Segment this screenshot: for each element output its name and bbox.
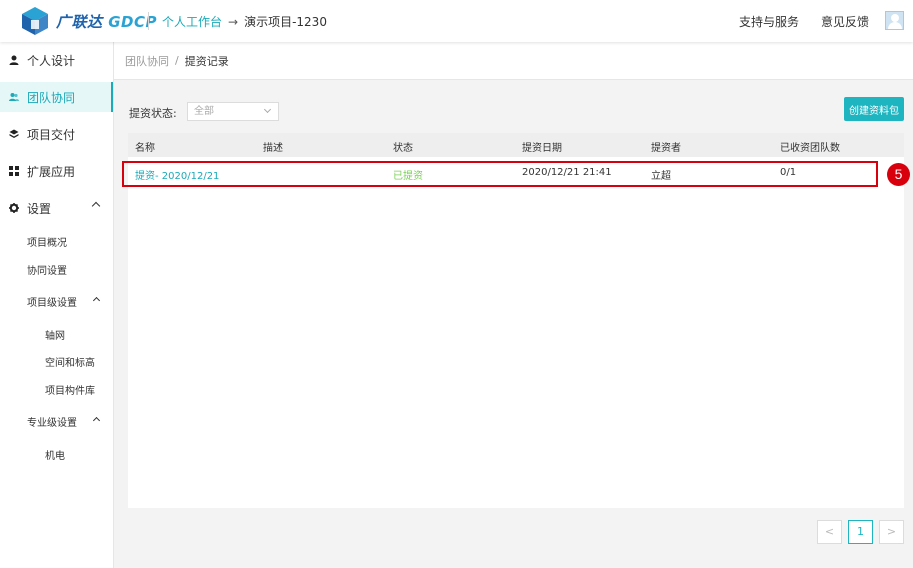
grid-icon bbox=[9, 166, 19, 176]
sidebar-sub-space-level[interactable]: 空间和标高 bbox=[45, 354, 95, 369]
sidebar-sub-grid[interactable]: 轴网 bbox=[45, 327, 65, 342]
main-panel: 提资状态: 全部 创建资料包 名称 描述 状态 提资日期 提资者 已收资团队数 … bbox=[114, 84, 913, 568]
sidebar: 个人设计 团队协同 项目交付 扩展应用 设置 项目概况 协同设置 项目级设置 轴… bbox=[0, 42, 114, 568]
chevron-down-icon bbox=[263, 105, 272, 114]
column-header-date: 提资日期 bbox=[522, 143, 562, 154]
submission-table: 名称 描述 状态 提资日期 提资者 已收资团队数 提资- 2020/12/21 … bbox=[122, 133, 910, 508]
avatar[interactable] bbox=[885, 11, 904, 30]
breadcrumb-current: 提资记录 bbox=[184, 54, 229, 68]
sidebar-item-label: 扩展应用 bbox=[27, 164, 76, 179]
feedback-link[interactable]: 意见反馈 bbox=[821, 13, 869, 30]
sidebar-item-project-delivery[interactable]: 项目交付 bbox=[0, 119, 113, 149]
support-link[interactable]: 支持与服务 bbox=[739, 13, 799, 30]
create-package-button[interactable]: 创建资料包 bbox=[844, 97, 904, 121]
avatar-head bbox=[891, 14, 899, 22]
gear-icon bbox=[9, 203, 19, 213]
logo-product: GDCP bbox=[108, 12, 158, 31]
chevron-up-icon[interactable] bbox=[92, 296, 101, 305]
sidebar-item-personal-design[interactable]: 个人设计 bbox=[0, 45, 113, 75]
pagination-next-button[interactable]: > bbox=[879, 520, 904, 544]
project-name[interactable]: 演示项目-1230 bbox=[244, 13, 327, 30]
chevron-up-icon bbox=[91, 201, 101, 211]
sidebar-sub-discipline-settings[interactable]: 专业级设置 bbox=[27, 414, 77, 429]
user-icon bbox=[9, 55, 19, 65]
brand-logo[interactable]: 广联达 GDCP bbox=[20, 6, 157, 36]
team-icon bbox=[9, 92, 19, 102]
pagination-page-button[interactable]: 1 bbox=[848, 520, 873, 544]
column-header-description: 描述 bbox=[263, 143, 283, 154]
sidebar-item-label: 项目交付 bbox=[27, 127, 76, 142]
annotation-step-badge: 5 bbox=[887, 163, 910, 186]
arrow-right-icon: → bbox=[228, 14, 239, 29]
table-header: 名称 描述 状态 提资日期 提资者 已收资团队数 bbox=[128, 133, 904, 157]
breadcrumb: 团队协同 / 提资记录 bbox=[114, 42, 913, 80]
sidebar-item-label: 团队协同 bbox=[27, 90, 76, 105]
annotation-highlight-box bbox=[122, 161, 878, 187]
sidebar-item-label: 个人设计 bbox=[27, 53, 76, 68]
status-filter-value: 全部 bbox=[194, 106, 214, 117]
sidebar-item-team-collab[interactable]: 团队协同 bbox=[0, 82, 113, 112]
avatar-body bbox=[888, 22, 902, 29]
logo-brand: 广联达 bbox=[56, 12, 103, 31]
sidebar-item-settings[interactable]: 设置 bbox=[0, 193, 113, 223]
column-header-status: 状态 bbox=[393, 143, 413, 154]
header-links: 支持与服务 意见反馈 bbox=[739, 13, 869, 30]
breadcrumb-separator: / bbox=[175, 54, 179, 67]
column-header-name: 名称 bbox=[135, 143, 155, 154]
column-header-submitter: 提资者 bbox=[651, 143, 681, 154]
status-filter-select[interactable]: 全部 bbox=[187, 102, 279, 121]
chevron-up-icon[interactable] bbox=[92, 416, 101, 425]
sidebar-sub-collab-settings[interactable]: 协同设置 bbox=[27, 262, 67, 277]
header-divider bbox=[148, 12, 149, 30]
status-filter-label: 提资状态: bbox=[129, 107, 177, 120]
sidebar-sub-project-overview[interactable]: 项目概况 bbox=[27, 234, 67, 249]
sidebar-sub-mep[interactable]: 机电 bbox=[45, 447, 65, 462]
top-header: 广联达 GDCP 个人工作台 → 演示项目-1230 支持与服务 意见反馈 bbox=[0, 0, 913, 42]
logo-cube-icon bbox=[20, 6, 50, 36]
sidebar-item-label: 设置 bbox=[27, 201, 52, 216]
sidebar-item-extensions[interactable]: 扩展应用 bbox=[0, 156, 113, 186]
layers-icon bbox=[9, 129, 19, 139]
breadcrumb-parent[interactable]: 团队协同 bbox=[125, 53, 169, 69]
header-breadcrumb: 个人工作台 → 演示项目-1230 bbox=[162, 13, 327, 30]
column-header-received: 已收资团队数 bbox=[780, 143, 840, 154]
sidebar-sub-component-library[interactable]: 项目构件库 bbox=[45, 382, 95, 397]
logo-wordmark: 广联达 GDCP bbox=[56, 11, 157, 32]
sidebar-sub-project-level-settings[interactable]: 项目级设置 bbox=[27, 294, 77, 309]
workspace-link[interactable]: 个人工作台 bbox=[162, 13, 222, 30]
pagination-prev-button[interactable]: < bbox=[817, 520, 842, 544]
